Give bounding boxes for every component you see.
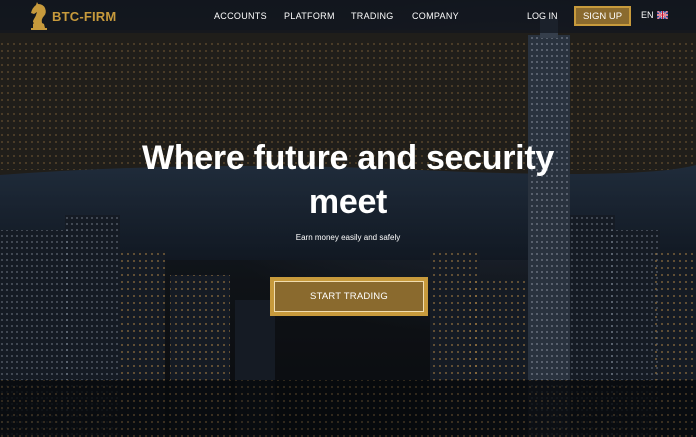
start-trading-button[interactable]: START TRADING: [270, 277, 428, 316]
signup-button-label: SIGN UP: [582, 10, 623, 22]
hero-subtitle: Earn money easily and safely: [295, 233, 401, 242]
start-trading-button-inner: START TRADING: [274, 281, 424, 312]
login-link[interactable]: LOG IN: [527, 11, 558, 21]
start-trading-label: START TRADING: [310, 291, 388, 302]
hero-headline: Where future and security meet: [0, 136, 696, 224]
nav-item-trading[interactable]: TRADING: [351, 11, 394, 21]
chess-knight-icon[interactable]: [28, 1, 50, 31]
uk-flag-icon: [656, 11, 668, 19]
top-navigation-bar: BTC-FIRM ACCOUNTS PLATFORM TRADING COMPA…: [0, 0, 696, 33]
nav-item-platform[interactable]: PLATFORM: [284, 11, 335, 21]
hero-headline-line2: meet: [308, 183, 388, 221]
language-label: EN: [641, 10, 654, 20]
brand-name[interactable]: BTC-FIRM: [52, 9, 116, 24]
language-selector[interactable]: EN: [641, 10, 668, 20]
nav-item-accounts[interactable]: ACCOUNTS: [214, 11, 267, 21]
hero-headline-line1: Where future and security: [142, 139, 554, 177]
nav-item-company[interactable]: COMPANY: [412, 11, 459, 21]
signup-button[interactable]: SIGN UP: [574, 6, 631, 26]
